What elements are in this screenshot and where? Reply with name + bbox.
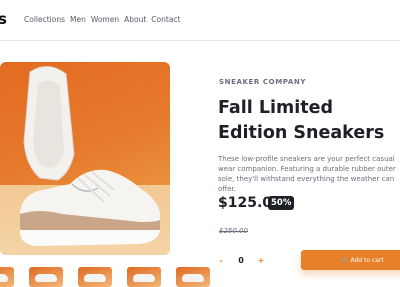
brand-logo[interactable]: s: [0, 10, 7, 28]
site-header: s Collections Men Women About Contact: [0, 0, 400, 41]
quantity-value: 0: [238, 255, 244, 265]
product-title: Fall Limited Edition Sneakers: [218, 98, 385, 143]
discount-badge: 50%: [268, 196, 295, 210]
product-main-image[interactable]: [0, 62, 170, 255]
add-to-cart-label: Add to cart: [350, 256, 384, 264]
nav-women[interactable]: Women: [91, 15, 119, 24]
nav-men[interactable]: Men: [70, 15, 86, 24]
sneaker-illustration: [20, 66, 160, 246]
cart-icon: 🛒: [341, 256, 349, 264]
thumbnail-1[interactable]: [0, 267, 14, 287]
decrease-quantity-button[interactable]: -: [214, 256, 228, 265]
thumbnail-strip: [0, 267, 210, 287]
nav-about[interactable]: About: [124, 15, 146, 24]
company-name: SNEAKER COMPANY: [219, 78, 307, 86]
thumbnail-3[interactable]: [78, 267, 112, 287]
nav-collections[interactable]: Collections: [24, 15, 65, 24]
original-price: $250.00: [219, 227, 248, 235]
thumbnail-4[interactable]: [127, 267, 161, 287]
main-nav: Collections Men Women About Contact: [24, 15, 185, 24]
thumbnail-5[interactable]: [176, 267, 210, 287]
product-description: These low-profile sneakers are your perf…: [218, 155, 396, 193]
thumbnail-2[interactable]: [29, 267, 63, 287]
nav-contact[interactable]: Contact: [151, 15, 180, 24]
quantity-stepper: - 0 +: [214, 250, 268, 270]
increase-quantity-button[interactable]: +: [254, 256, 268, 265]
add-to-cart-button[interactable]: 🛒 Add to cart: [301, 250, 400, 270]
